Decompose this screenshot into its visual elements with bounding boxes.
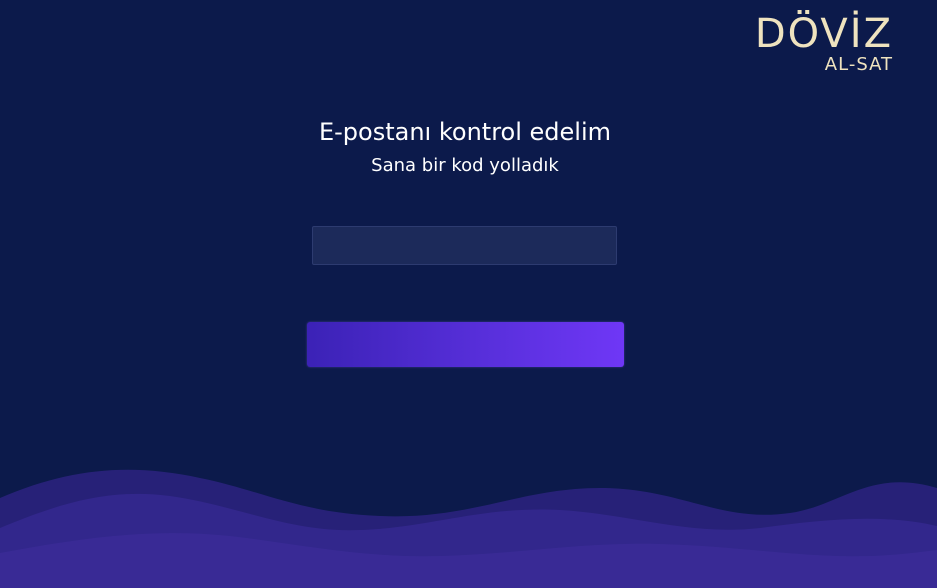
- decorative-waves: [0, 469, 937, 588]
- page-title: E-postanı kontrol edelim: [318, 118, 612, 146]
- submit-button[interactable]: [307, 322, 624, 367]
- page-subtitle: Sana bir kod yolladık: [371, 155, 559, 176]
- brand-logo: DÖVİZ AL-SAT: [755, 14, 893, 74]
- brand-tagline: AL-SAT: [824, 54, 893, 75]
- brand-name: DÖVİZ: [754, 11, 893, 57]
- verification-code-input[interactable]: [312, 226, 617, 265]
